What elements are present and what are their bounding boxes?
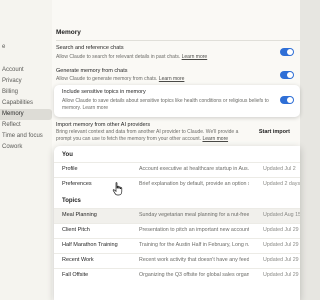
sidebar-item-cowork[interactable]: Cowork [0, 142, 52, 153]
memory-description: Recent work activity that doesn't have a… [139, 257, 249, 263]
setting-title: Import memory from other AI providers [56, 122, 151, 128]
sidebar-item-reflect[interactable]: Reflect [0, 120, 52, 131]
setting-description-line1: Bring relevant context and data from ano… [56, 129, 239, 135]
memory-name: Meal Planning [62, 212, 97, 218]
memory-description: Training for the Austin Half in February… [139, 242, 249, 248]
memory-updated: Updated Jul 29 [263, 227, 299, 233]
memory-row-meal-planning[interactable]: Meal Planning Sunday vegetarian meal pla… [54, 208, 300, 223]
start-import-button[interactable]: Start import [259, 129, 290, 135]
memory-description: Organizing the Q3 offsite for global sal… [139, 272, 249, 278]
memory-name: Profile [62, 166, 78, 172]
memory-list-panel: You Profile Account executive at healthc… [54, 146, 300, 300]
learn-more-link[interactable]: Learn more [202, 136, 228, 142]
sidebar-item-billing[interactable]: Billing [0, 87, 52, 98]
sidebar-item-truncated[interactable]: e [0, 42, 52, 53]
sensitive-topics-card: Include sensitive topics in memory Allow… [54, 85, 300, 117]
hand-cursor-icon [112, 182, 123, 196]
sensitive-topics-toggle[interactable] [280, 96, 294, 104]
setting-description-line2: memory. Learn more [62, 105, 109, 111]
memory-updated: Updated Jul 29 [263, 272, 299, 278]
generate-memory-toggle[interactable] [280, 71, 294, 79]
sidebar-item-privacy[interactable]: Privacy [0, 76, 52, 87]
memory-row-recent-work[interactable]: Recent Work Recent work activity that do… [54, 253, 300, 268]
memory-updated: Updated Jul 29 [263, 242, 299, 248]
sidebar-item-time-and-focus[interactable]: Time and focus [0, 131, 52, 142]
learn-more-link[interactable]: Learn more [82, 105, 108, 111]
memory-description: Sunday vegetarian meal planning for a nu… [139, 212, 249, 218]
setting-description: Allow Claude to search for relevant deta… [56, 54, 208, 60]
memory-description: Presentation to pitch an important new a… [139, 227, 249, 233]
setting-title: Search and reference chats [56, 45, 124, 51]
memory-updated: Updated Jul 2 [263, 166, 296, 172]
setting-description-line1: Allow Claude to save details about sensi… [62, 98, 269, 104]
memory-updated: Updated Jul 29 [263, 257, 299, 263]
memory-name: Recent Work [62, 257, 94, 263]
memory-name: Fall Offsite [62, 272, 89, 278]
sidebar-item-memory[interactable]: Memory [0, 109, 52, 120]
sidebar-item-account[interactable]: Account [0, 65, 52, 76]
memory-row-fall-offsite[interactable]: Fall Offsite Organizing the Q3 offsite f… [54, 268, 300, 283]
memory-name: Client Pitch [62, 227, 90, 233]
memory-description: Brief explanation by default, provide an… [139, 181, 249, 187]
learn-more-link[interactable]: Learn more [159, 76, 185, 82]
setting-description: Allow Claude to generate memory from cha… [56, 76, 185, 82]
page-title: Memory [56, 29, 81, 36]
you-group-label: You [62, 152, 73, 158]
topics-group-label: Topics [62, 198, 81, 204]
search-chats-toggle[interactable] [280, 48, 294, 56]
learn-more-link[interactable]: Learn more [182, 54, 208, 60]
memory-row-preferences[interactable]: Preferences Brief explanation by default… [54, 177, 300, 192]
memory-updated: Updated Aug 15 [263, 212, 300, 218]
divider [56, 40, 300, 41]
memory-description: Account executive at healthcare startup … [139, 166, 249, 172]
memory-name: Half Marathon Training [62, 242, 118, 248]
memory-row-client-pitch[interactable]: Client Pitch Presentation to pitch an im… [54, 223, 300, 238]
settings-sidebar: e Account Privacy Billing Capabilities M… [0, 0, 52, 300]
sidebar-item-capabilities[interactable]: Capabilities [0, 98, 52, 109]
setting-description-line2: prompt you can use to fetch the memory f… [56, 136, 229, 142]
setting-title: Include sensitive topics in memory [62, 89, 146, 95]
memory-row-profile[interactable]: Profile Account executive at healthcare … [54, 162, 300, 177]
memory-row-half-marathon-training[interactable]: Half Marathon Training Training for the … [54, 238, 300, 253]
setting-title: Generate memory from chats [56, 68, 128, 74]
memory-updated: Updated 2 days [263, 181, 300, 187]
